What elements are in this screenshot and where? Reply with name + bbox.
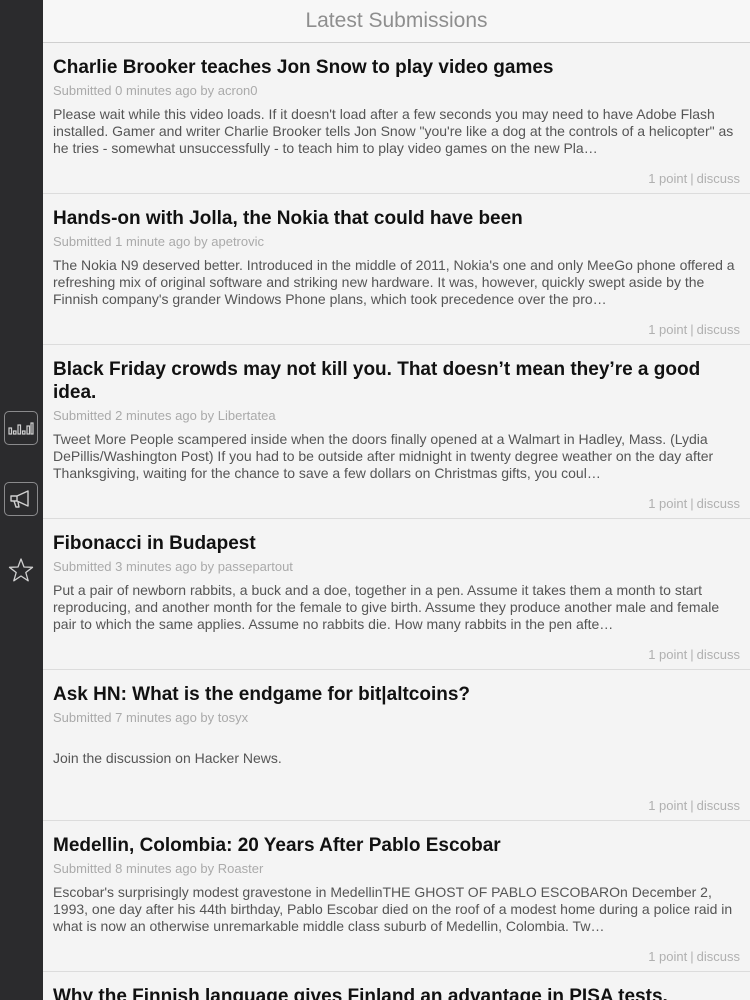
story-item[interactable]: Hands-on with Jolla, the Nokia that coul…: [43, 194, 750, 345]
story-meta: Submitted 1 minute ago by apetrovic: [53, 234, 265, 249]
story-title[interactable]: Hands-on with Jolla, the Nokia that coul…: [53, 207, 740, 230]
points-label: 1 point: [648, 496, 688, 511]
sidebar: [0, 0, 43, 1000]
story-footer: 1 point | discuss: [648, 322, 740, 337]
discuss-link[interactable]: discuss: [697, 322, 740, 337]
story-footer: 1 point | discuss: [648, 171, 740, 186]
stats-button[interactable]: [4, 411, 38, 445]
story-footer: 1 point | discuss: [648, 949, 740, 964]
story-title[interactable]: Why the Finnish language gives Finland a…: [53, 985, 740, 1000]
story-description: Tweet More People scampered inside when …: [53, 431, 714, 481]
story-title[interactable]: Fibonacci in Budapest: [53, 532, 740, 555]
story-footer: 1 point | discuss: [648, 798, 740, 813]
story-description: Join the discussion on Hacker News.: [53, 750, 282, 766]
story-meta: Submitted 2 minutes ago by Libertatea: [53, 408, 276, 423]
story-title[interactable]: Ask HN: What is the endgame for bit|altc…: [53, 683, 740, 706]
points-label: 1 point: [648, 171, 688, 186]
points-label: 1 point: [648, 322, 688, 337]
main-panel: Latest Submissions Charlie Brooker teach…: [43, 0, 750, 1000]
story-item[interactable]: Fibonacci in Budapest Submitted 3 minute…: [43, 519, 750, 670]
story-item[interactable]: Medellin, Colombia: 20 Years After Pablo…: [43, 821, 750, 972]
megaphone-icon: [10, 490, 29, 508]
story-item[interactable]: Ask HN: What is the endgame for bit|altc…: [43, 670, 750, 821]
story-description: Put a pair of newborn rabbits, a buck an…: [53, 582, 720, 632]
discuss-link[interactable]: discuss: [697, 647, 740, 662]
story-meta: Submitted 8 minutes ago by Roaster: [53, 861, 264, 876]
story-title[interactable]: Black Friday crowds may not kill you. Th…: [53, 358, 740, 404]
page-title: Latest Submissions: [43, 0, 750, 43]
favorites-button[interactable]: [4, 553, 38, 587]
story-item[interactable]: Black Friday crowds may not kill you. Th…: [43, 345, 750, 519]
discuss-link[interactable]: discuss: [697, 798, 740, 813]
story-footer: 1 point | discuss: [648, 647, 740, 662]
story-item[interactable]: Charlie Brooker teaches Jon Snow to play…: [43, 43, 750, 194]
discuss-link[interactable]: discuss: [697, 949, 740, 964]
discuss-link[interactable]: discuss: [697, 496, 740, 511]
story-description: Escobar's surprisingly modest gravestone…: [53, 884, 733, 934]
story-meta: Submitted 0 minutes ago by acron0: [53, 83, 258, 98]
story-title[interactable]: Medellin, Colombia: 20 Years After Pablo…: [53, 834, 740, 857]
story-description: Please wait while this video loads. If i…: [53, 106, 734, 156]
story-footer: 1 point | discuss: [648, 496, 740, 511]
story-description: The Nokia N9 deserved better. Introduced…: [53, 257, 735, 307]
points-label: 1 point: [648, 647, 688, 662]
story-title[interactable]: Charlie Brooker teaches Jon Snow to play…: [53, 56, 740, 79]
bar-chart-icon: [8, 422, 34, 435]
story-meta: Submitted 3 minutes ago by passepartout: [53, 559, 293, 574]
story-item[interactable]: Why the Finnish language gives Finland a…: [43, 972, 750, 1000]
points-label: 1 point: [648, 798, 688, 813]
discuss-link[interactable]: discuss: [697, 171, 740, 186]
announce-button[interactable]: [4, 482, 38, 516]
points-label: 1 point: [648, 949, 688, 964]
star-icon: [8, 558, 34, 582]
story-meta: Submitted 7 minutes ago by tosyx: [53, 710, 249, 725]
